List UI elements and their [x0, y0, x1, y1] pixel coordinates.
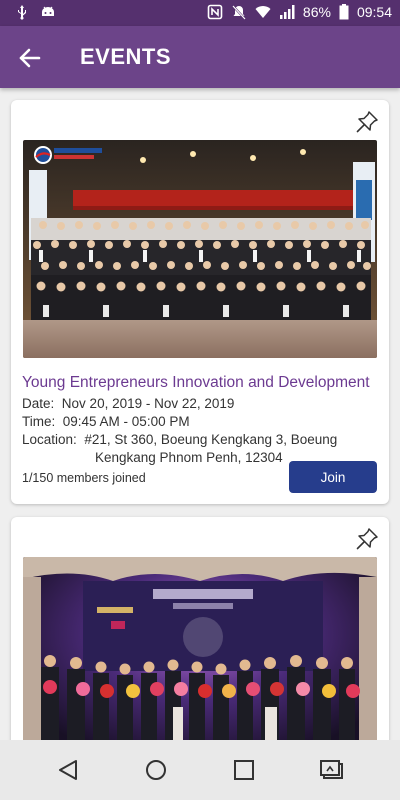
date-value: Nov 20, 2019 - Nov 22, 2019 — [61, 396, 235, 411]
wifi-icon — [255, 6, 271, 18]
event-list[interactable]: Young Entrepreneurs Innovation and Devel… — [0, 88, 400, 740]
event-date: Date: Nov 20, 2019 - Nov 22, 2019 — [22, 396, 234, 411]
page-title: EVENTS — [80, 44, 172, 69]
clock: 09:54 — [356, 4, 392, 20]
time-value: 09:45 AM - 05:00 PM — [62, 414, 190, 429]
back-triangle-icon[interactable] — [54, 756, 82, 784]
pin-icon[interactable] — [355, 110, 379, 134]
nfc-icon — [207, 4, 223, 20]
event-title[interactable]: Young Entrepreneurs Innovation and Devel… — [22, 374, 370, 392]
android-icon — [42, 6, 54, 16]
signal-icon — [279, 5, 295, 19]
system-nav-bar — [0, 740, 400, 800]
pin-icon[interactable] — [355, 527, 379, 551]
usb-icon — [18, 5, 26, 20]
battery-icon — [339, 4, 349, 20]
event-time: Time: 09:45 AM - 05:00 PM — [22, 414, 190, 429]
location-value-line2: Kengkang Phnom Penh, 12304 — [95, 450, 283, 465]
date-label: Date: — [22, 396, 55, 411]
location-value-line1: #21, St 360, Boeung Kengkang 3, Boeung — [84, 432, 338, 447]
group-photo-image — [23, 140, 377, 358]
location-label: Location: — [22, 432, 77, 447]
status-bar: 86% 09:54 — [0, 0, 400, 26]
event-card[interactable]: Young Entrepreneurs Innovation and Devel… — [11, 100, 389, 504]
mute-icon — [232, 5, 246, 20]
cast-screen-icon[interactable] — [318, 756, 346, 784]
recents-square-icon[interactable] — [230, 756, 258, 784]
members-count: 1/150 members joined — [22, 471, 146, 485]
event-location: Location: #21, St 360, Boeung Kengkang 3… — [22, 432, 337, 447]
app-bar: EVENTS — [0, 26, 400, 88]
arrow-left-icon[interactable] — [16, 44, 44, 72]
join-button[interactable]: Join — [289, 461, 377, 493]
home-circle-icon[interactable] — [142, 756, 170, 784]
battery-percent: 86% — [302, 4, 331, 20]
event-photo — [23, 140, 377, 358]
group-photo-image — [23, 557, 377, 740]
time-label: Time: — [22, 414, 56, 429]
crowd-illustration — [31, 218, 371, 320]
event-photo — [23, 557, 377, 740]
event-card[interactable] — [11, 517, 389, 740]
